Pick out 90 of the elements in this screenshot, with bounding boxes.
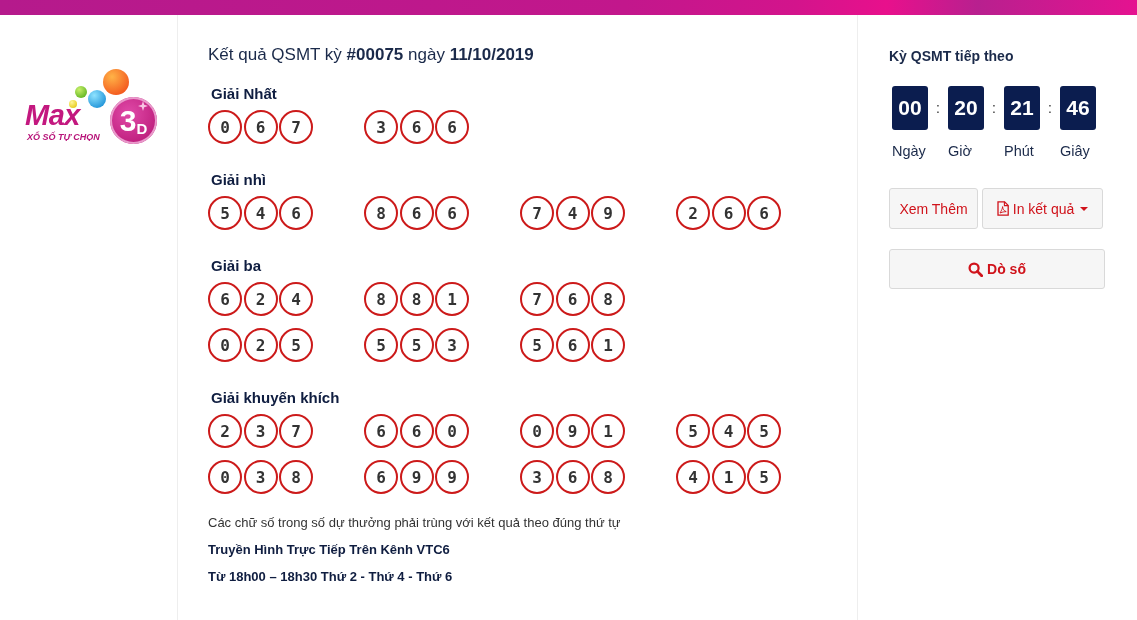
countdown-separator: :: [1047, 99, 1053, 118]
digit-ball: 2: [676, 196, 710, 230]
search-button[interactable]: Dò số: [889, 249, 1105, 289]
logo-badge: 3$_{D}$: [110, 97, 157, 144]
digit-ball: 6: [364, 460, 398, 494]
digit-ball: 0: [208, 110, 242, 144]
note-text: Các chữ số trong số dự thưởng phải trùng với kết quả theo đúng thứ tự: [208, 514, 622, 532]
pdf-file-icon: [996, 201, 1009, 216]
logo-tagline: XỔ SỐ TỰ CHỌN: [27, 132, 100, 142]
digit-ball: 0: [435, 414, 469, 448]
digit-ball: 4: [243, 196, 278, 230]
next-draw-title: Kỳ QSMT tiếp theo: [889, 47, 1015, 65]
digit-ball: 7: [279, 414, 313, 448]
digit-ball: 7: [279, 110, 313, 144]
digit-ball: 6: [435, 110, 469, 144]
countdown-label: Giây: [1060, 142, 1091, 160]
star-icon: [138, 101, 148, 111]
prize-name: Giải Nhất: [210, 84, 278, 104]
digit-ball: 7: [520, 282, 554, 316]
digit-ball: 6: [555, 282, 590, 316]
countdown-value: 46: [1060, 86, 1096, 130]
digit-ball: 2: [243, 282, 278, 316]
prize-name: Giải nhì: [210, 170, 267, 190]
digit-ball: 6: [399, 414, 434, 448]
digit-ball: 5: [520, 328, 554, 362]
countdown-value: 21: [1004, 86, 1040, 130]
digit-ball: 8: [591, 282, 625, 316]
digit-ball: 6: [243, 110, 278, 144]
digit-ball: 0: [520, 414, 554, 448]
digit-ball: 6: [555, 460, 590, 494]
digit-ball: 4: [711, 414, 746, 448]
digit-ball: 3: [520, 460, 554, 494]
countdown-label: Ngày: [892, 142, 927, 160]
digit-ball: 0: [208, 328, 242, 362]
digit-ball: 6: [399, 196, 434, 230]
caret-icon: [1080, 206, 1089, 211]
digit-ball: 5: [364, 328, 398, 362]
note-text: Từ 18h00 – 18h30 Thứ 2 - Thứ 4 - Thứ 6: [208, 568, 454, 586]
digit-ball: 6: [399, 110, 434, 144]
digit-ball: 3: [243, 414, 278, 448]
digit-ball: 6: [435, 196, 469, 230]
digit-ball: 5: [208, 196, 242, 230]
countdown-separator: :: [935, 99, 941, 118]
digit-ball: 1: [591, 414, 625, 448]
digit-ball: 7: [520, 196, 554, 230]
search-icon: [968, 261, 984, 277]
countdown-separator: :: [991, 99, 997, 118]
logo-wordmark: Max: [25, 102, 80, 128]
digit-ball: 4: [279, 282, 313, 316]
digit-ball: 3: [435, 328, 469, 362]
digit-ball: 8: [591, 460, 625, 494]
digit-ball: 8: [399, 282, 434, 316]
digit-ball: 6: [555, 328, 590, 362]
countdown-value: 20: [948, 86, 984, 130]
digit-ball: 5: [676, 414, 710, 448]
more-button[interactable]: Xem Thêm: [889, 188, 978, 229]
note-text: Truyền Hình Trực Tiếp Trên Kênh VTC6: [208, 541, 451, 559]
digit-ball: 9: [555, 414, 590, 448]
digit-ball: 2: [208, 414, 242, 448]
digit-ball: 8: [279, 460, 313, 494]
digit-ball: 4: [676, 460, 710, 494]
digit-ball: 1: [711, 460, 746, 494]
digit-ball: 9: [435, 460, 469, 494]
digit-ball: 8: [364, 282, 398, 316]
digit-ball: 1: [591, 328, 625, 362]
countdown-label: Phút: [1004, 142, 1035, 160]
digit-ball: 3: [243, 460, 278, 494]
result-title: Kết quả QSMT kỳ #00075 ngày 11/10/2019: [208, 45, 535, 65]
digit-ball: 5: [747, 460, 781, 494]
print-button[interactable]: In kết quả: [982, 188, 1103, 229]
digit-ball: 6: [279, 196, 313, 230]
digit-ball: 9: [591, 196, 625, 230]
digit-ball: 3: [364, 110, 398, 144]
digit-ball: 1: [435, 282, 469, 316]
digit-ball: 6: [747, 196, 781, 230]
digit-ball: 6: [208, 282, 242, 316]
digit-ball: 8: [364, 196, 398, 230]
digit-ball: 6: [364, 414, 398, 448]
digit-ball: 2: [243, 328, 278, 362]
digit-ball: 5: [747, 414, 781, 448]
prize-name: Giải ba: [210, 256, 263, 276]
prize-name: Giải khuyến khích: [210, 388, 341, 408]
digit-ball: 6: [711, 196, 746, 230]
digit-ball: 9: [399, 460, 434, 494]
digit-ball: 4: [555, 196, 590, 230]
countdown-value: 00: [892, 86, 928, 130]
digit-ball: 5: [399, 328, 434, 362]
countdown-label: Giờ: [948, 142, 973, 160]
digit-ball: 5: [279, 328, 313, 362]
digit-ball: 0: [208, 460, 242, 494]
